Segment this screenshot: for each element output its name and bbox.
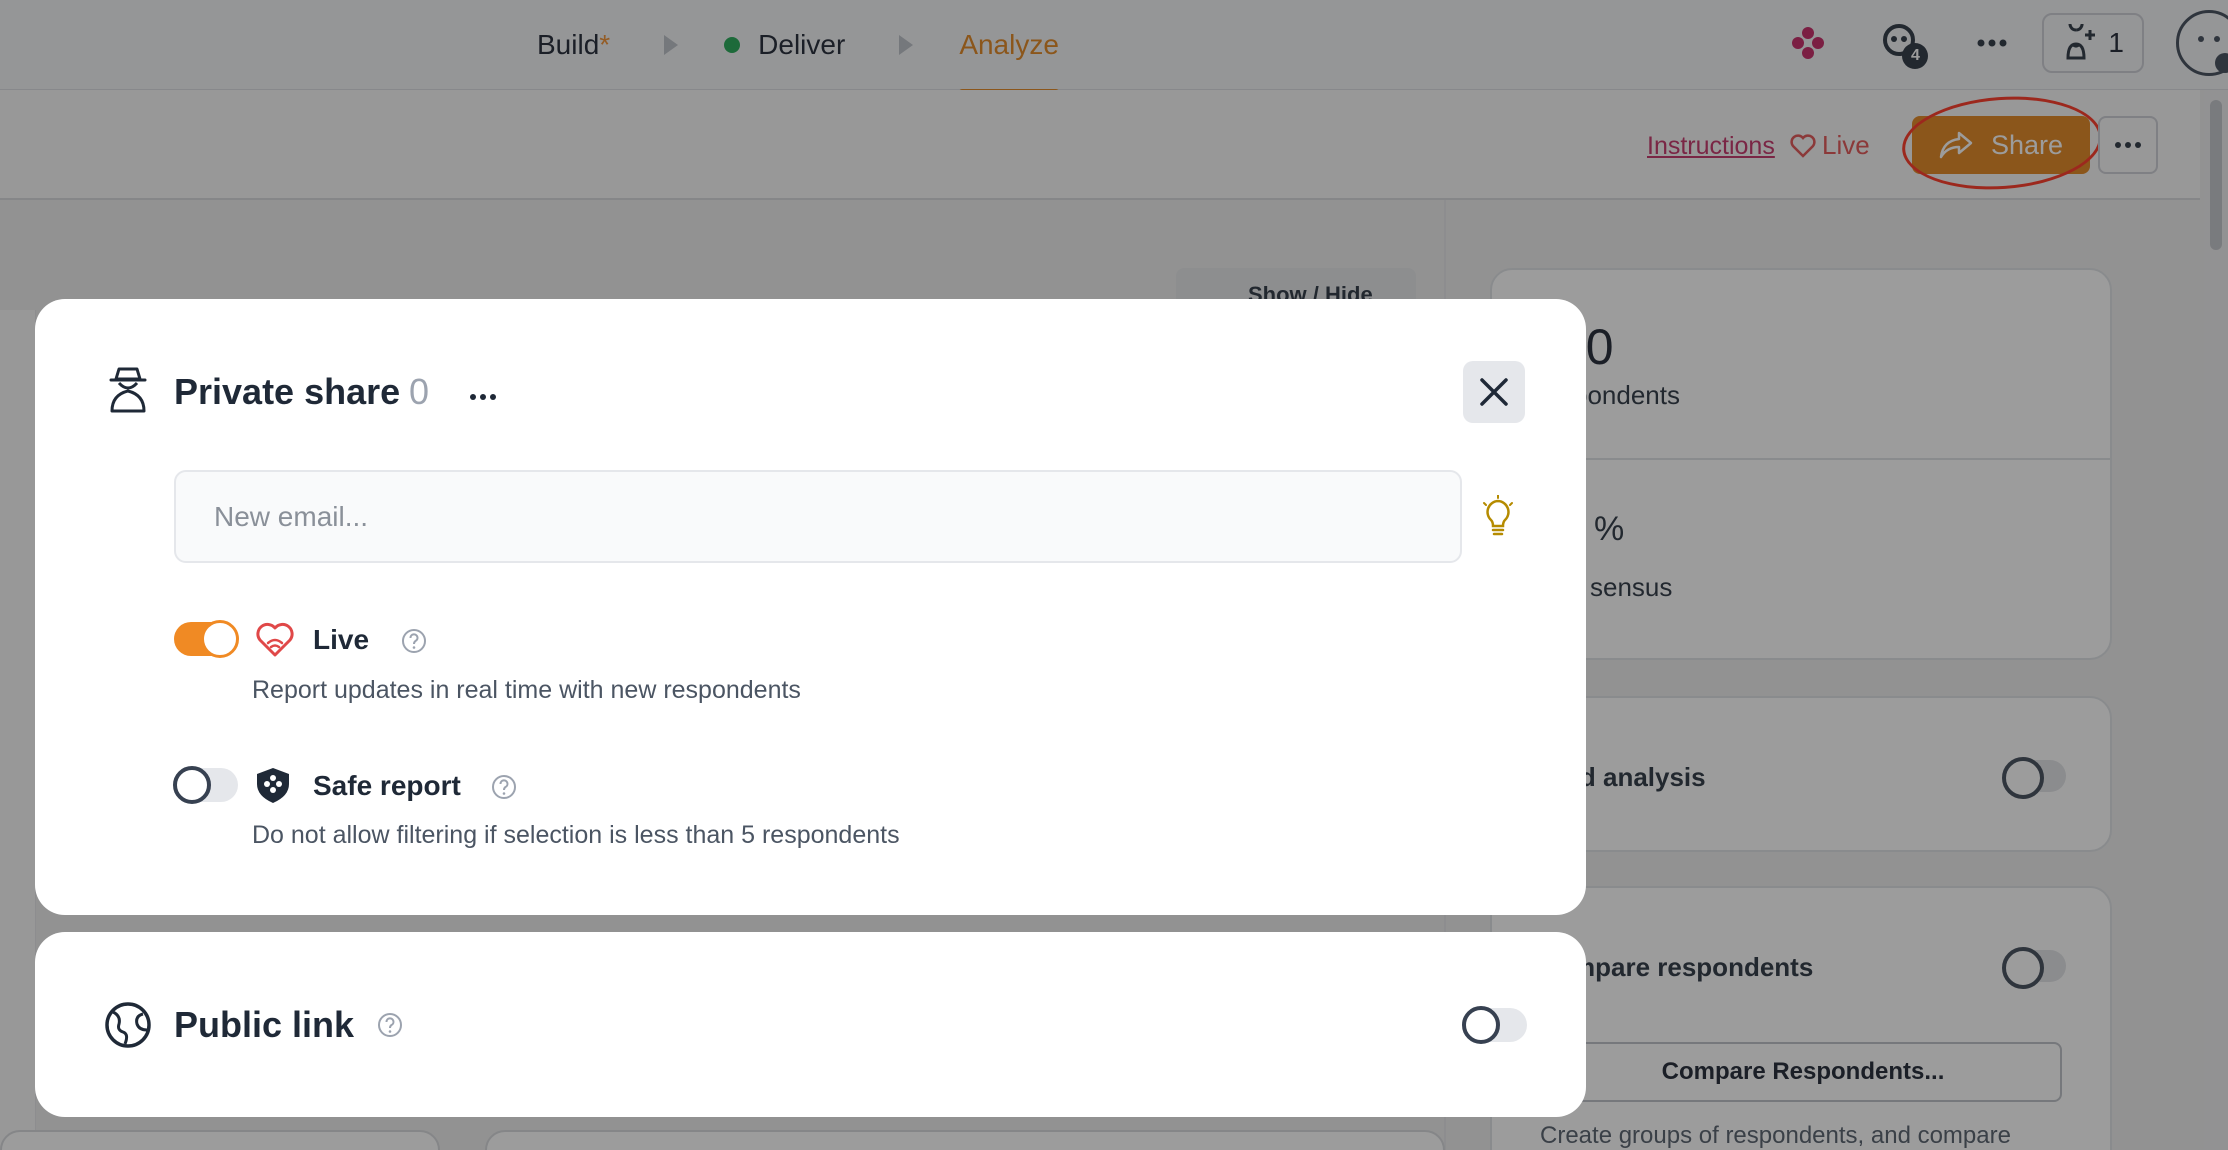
public-link-title: Public link (174, 1004, 355, 1045)
lightbulb-icon[interactable] (1481, 495, 1515, 537)
private-share-title: Private share (174, 371, 401, 412)
safe-report-toggle[interactable] (173, 766, 238, 804)
help-icon[interactable] (401, 628, 427, 654)
help-icon[interactable] (377, 1012, 403, 1038)
private-share-count: 0 (409, 371, 430, 412)
live-toggle[interactable] (174, 620, 239, 658)
public-link-toggle[interactable] (1462, 1006, 1527, 1044)
shield-icon (257, 768, 289, 803)
toggle-knob (1462, 1006, 1500, 1044)
private-share-menu-button[interactable] (463, 377, 503, 417)
toggle-knob (201, 620, 239, 658)
private-share-modal: Private share 0 Live Report updates in r… (35, 299, 1586, 915)
incognito-person-icon (109, 367, 147, 413)
globe-icon (105, 1002, 151, 1048)
live-option-label: Live (313, 624, 370, 655)
help-icon[interactable] (491, 774, 517, 800)
toggle-knob (173, 766, 211, 804)
safe-report-option-label: Safe report (313, 770, 461, 801)
close-icon (1480, 378, 1508, 406)
live-option-description: Report updates in real time with new res… (252, 676, 801, 704)
public-link-modal: Public link (35, 932, 1586, 1117)
live-heart-icon (256, 622, 294, 657)
email-input[interactable] (174, 470, 1462, 563)
close-button[interactable] (1463, 361, 1525, 423)
more-horizontal-icon (470, 394, 496, 400)
safe-report-option-description: Do not allow filtering if selection is l… (252, 821, 900, 849)
